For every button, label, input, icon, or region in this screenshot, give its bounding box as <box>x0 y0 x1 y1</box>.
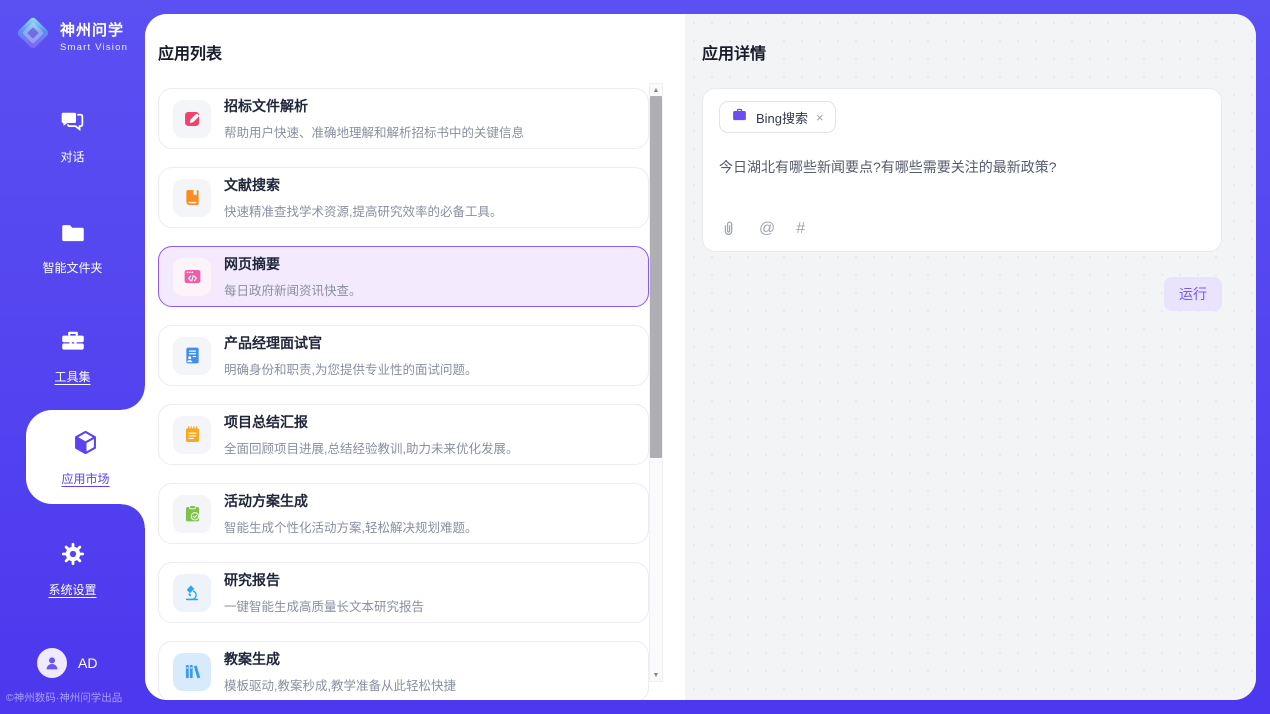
app-name: 项目总结汇报 <box>224 412 518 432</box>
attachment-toolbar: @ # <box>719 219 805 238</box>
app-list-title: 应用列表 <box>158 40 649 64</box>
remove-tool-icon[interactable]: × <box>816 111 824 124</box>
user-account[interactable]: AD <box>37 648 97 678</box>
paperclip-icon[interactable] <box>719 219 738 238</box>
app-card-research-report[interactable]: 研究报告 一键智能生成高质量长文本研究报告 <box>158 562 649 623</box>
app-card-pm-interviewer[interactable]: 产品经理面试官 明确身份和职责,为您提供专业性的面试问题。 <box>158 325 649 386</box>
copyright-text: ©神州数码·神州问学出品 <box>6 690 122 705</box>
edit-document-icon <box>173 100 211 138</box>
app-description: 明确身份和职责,为您提供专业性的面试问题。 <box>224 359 477 378</box>
run-row: 运行 <box>702 277 1222 311</box>
sidebar-item-label: 应用市场 <box>61 470 109 487</box>
scroll-down-icon[interactable]: ▼ <box>650 669 662 681</box>
sidebar-item-label: 智能文件夹 <box>42 259 102 276</box>
sidebar-item-smart-folders[interactable]: 智能文件夹 <box>0 220 145 276</box>
app-description: 全面回顾项目进展,总结经验教训,助力未来优化发展。 <box>224 438 518 457</box>
brand-name: 神州问学 <box>60 19 128 40</box>
run-button[interactable]: 运行 <box>1164 277 1222 311</box>
app-detail-panel: 应用详情 Bing搜索 × 今日湖北有哪些新闻要点?有哪些需要关注的最新政策? <box>685 14 1256 700</box>
diamond-logo-icon <box>13 13 53 58</box>
app-card-event-plan[interactable]: 活动方案生成 智能生成个性化活动方案,轻松解决规划难题。 <box>158 483 649 544</box>
app-name: 网页摘要 <box>224 254 362 274</box>
avatar[interactable] <box>37 648 67 678</box>
sidebar-item-toolset[interactable]: 工具集 <box>0 328 145 385</box>
sidebar-item-label: 工具集 <box>54 368 90 385</box>
app-description: 智能生成个性化活动方案,轻松解决规划难题。 <box>224 517 477 536</box>
cube-icon <box>71 428 100 462</box>
app-name: 产品经理面试官 <box>224 333 477 353</box>
user-initials: AD <box>78 655 97 671</box>
book-icon <box>173 179 211 217</box>
app-name: 教案生成 <box>224 649 456 669</box>
notepad-icon <box>173 416 211 454</box>
sidebar-item-app-market[interactable]: 应用市场 <box>26 410 145 504</box>
prompt-card: Bing搜索 × 今日湖北有哪些新闻要点?有哪些需要关注的最新政策? @ # <box>702 88 1222 252</box>
toolbox-icon <box>59 328 87 360</box>
brand-subtitle: Smart Vision <box>60 42 128 53</box>
folder-icon <box>59 220 87 251</box>
app-card-web-summary[interactable]: 网页摘要 每日政府新闻资讯快查。 <box>158 246 649 307</box>
app-card-bid-parsing[interactable]: 招标文件解析 帮助用户快速、准确地理解和解析招标书中的关键信息 <box>158 88 649 149</box>
app-name: 文献搜索 <box>224 175 502 195</box>
app-card-lesson-plan[interactable]: 教案生成 模板驱动,教案秒成,教学准备从此轻松快捷 <box>158 641 649 700</box>
microscope-icon <box>173 574 211 612</box>
app-window: 神州问学 Smart Vision 对话 智能文件夹 <box>0 0 1270 714</box>
tool-tag-bing-search[interactable]: Bing搜索 × <box>719 101 836 133</box>
scroll-up-icon[interactable]: ▲ <box>650 84 662 96</box>
app-card-list: 招标文件解析 帮助用户快速、准确地理解和解析招标书中的关键信息 文献搜索 <box>158 88 649 700</box>
app-detail-title: 应用详情 <box>702 40 1222 64</box>
books-icon <box>173 653 211 691</box>
sidebar: 神州问学 Smart Vision 对话 智能文件夹 <box>0 0 145 714</box>
app-name: 活动方案生成 <box>224 491 477 511</box>
app-description: 快速精准查找学术资源,提高研究效率的必备工具。 <box>224 201 502 220</box>
app-name: 研究报告 <box>224 570 424 590</box>
main-content: 应用列表 招标文件解析 帮助用户快速、准确地理解和解析招标书中的关键信息 <box>145 14 1256 700</box>
brand-logo: 神州问学 Smart Vision <box>13 13 128 58</box>
hashtag-icon[interactable]: # <box>796 220 805 238</box>
sidebar-item-label: 对话 <box>60 148 84 165</box>
scrollbar-thumb[interactable] <box>650 96 662 458</box>
app-description: 每日政府新闻资讯快查。 <box>224 280 362 299</box>
app-description: 一键智能生成高质量长文本研究报告 <box>224 596 424 615</box>
sidebar-item-settings[interactable]: 系统设置 <box>0 540 145 598</box>
app-card-literature-search[interactable]: 文献搜索 快速精准查找学术资源,提高研究效率的必备工具。 <box>158 167 649 228</box>
app-card-project-summary[interactable]: 项目总结汇报 全面回顾项目进展,总结经验教训,助力未来优化发展。 <box>158 404 649 465</box>
sidebar-item-label: 系统设置 <box>48 581 96 598</box>
browser-code-icon <box>173 258 211 296</box>
app-description: 模板驱动,教案秒成,教学准备从此轻松快捷 <box>224 675 456 694</box>
document-person-icon <box>173 337 211 375</box>
mention-icon[interactable]: @ <box>759 220 775 238</box>
app-name: 招标文件解析 <box>224 96 524 116</box>
app-list-panel: 应用列表 招标文件解析 帮助用户快速、准确地理解和解析招标书中的关键信息 <box>145 14 685 700</box>
briefcase-icon <box>731 106 748 128</box>
prompt-input[interactable]: 今日湖北有哪些新闻要点?有哪些需要关注的最新政策? <box>719 157 1205 177</box>
sidebar-item-chat[interactable]: 对话 <box>0 108 145 165</box>
clipboard-check-icon <box>173 495 211 533</box>
gear-icon <box>59 540 87 573</box>
tool-tag-label: Bing搜索 <box>756 108 808 127</box>
app-list-scrollbar[interactable]: ▲ ▼ <box>649 83 663 682</box>
app-description: 帮助用户快速、准确地理解和解析招标书中的关键信息 <box>224 122 524 141</box>
chat-icon <box>59 108 86 140</box>
